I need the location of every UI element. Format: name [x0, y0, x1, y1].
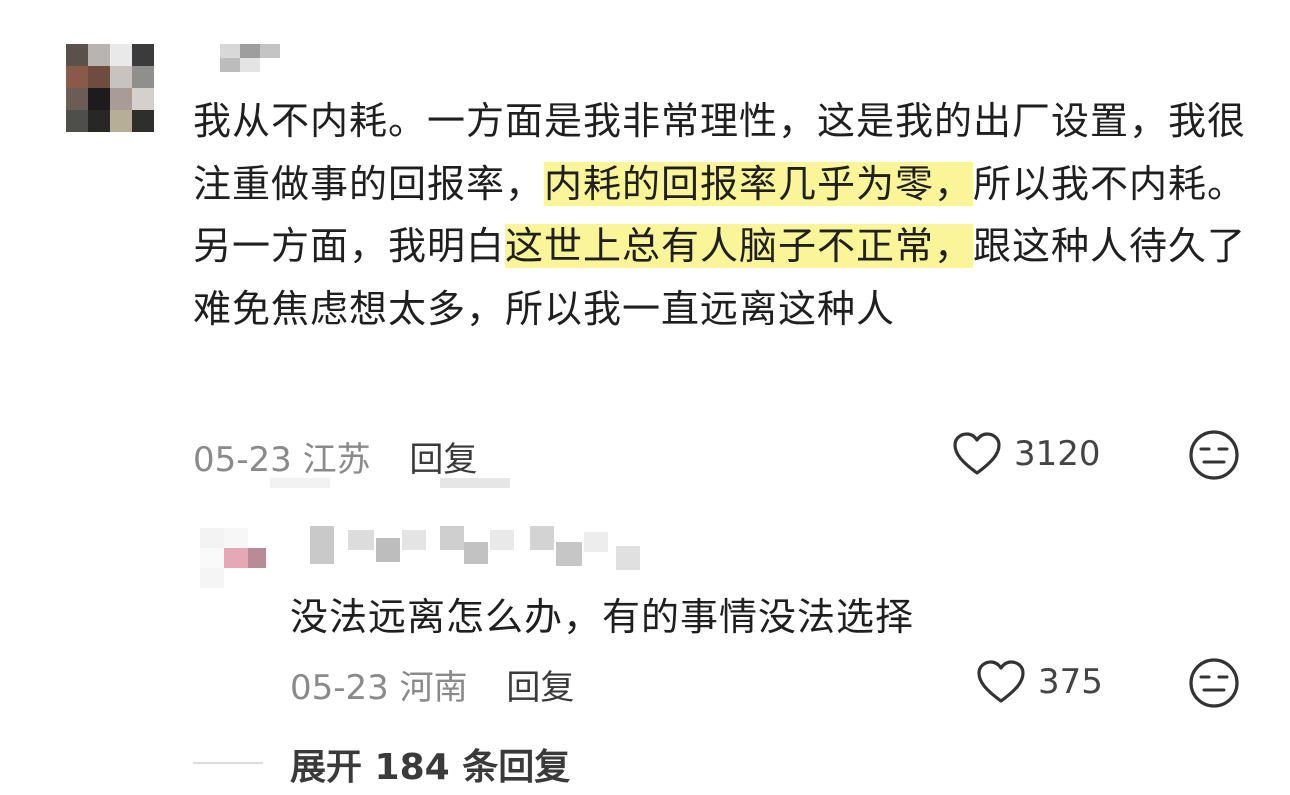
comment-meta: 05-23 江苏 回复: [193, 432, 477, 481]
comment-date: 05-23: [193, 440, 292, 480]
comment-location: 江苏: [302, 440, 371, 480]
like-button[interactable]: 375: [976, 660, 1103, 704]
avatar[interactable]: [200, 528, 272, 590]
reply-button[interactable]: 回复: [506, 668, 574, 708]
reply-text: 没法远离怎么办，有的事情没法选择: [290, 595, 915, 639]
reply-location: 河南: [399, 668, 468, 708]
username-blurred[interactable]: [300, 526, 645, 576]
expand-replies-button[interactable]: 展开 184 条回复: [290, 738, 570, 790]
like-count: 3120: [1014, 434, 1101, 474]
heart-outline-icon: [953, 432, 1001, 475]
username-blurred[interactable]: [220, 44, 280, 72]
blur-artifact: [260, 478, 520, 488]
like-count: 375: [1038, 662, 1103, 702]
highlighted-text: 这世上总有人脑子不正常，: [505, 224, 974, 268]
avatar[interactable]: [66, 44, 156, 134]
reply-button[interactable]: 回复: [409, 440, 477, 480]
meh-face-icon[interactable]: [1187, 428, 1241, 482]
reply-date: 05-23: [290, 668, 389, 708]
like-button[interactable]: 3120: [952, 432, 1101, 476]
comment-thread: 我从不内耗。一方面是我非常理性，这是我的出厂设置，我很注重做事的回报率，内耗的回…: [0, 0, 1290, 795]
heart-outline-icon: [977, 660, 1025, 703]
divider: [193, 762, 263, 764]
reply-meta: 05-23 河南 回复: [290, 660, 574, 709]
highlighted-text: 内耗的回报率几乎为零，: [544, 161, 974, 206]
meh-face-icon[interactable]: [1187, 656, 1241, 710]
comment-text: 我从不内耗。一方面是我非常理性，这是我的出厂设置，我很注重做事的回报率，内耗的回…: [193, 90, 1253, 340]
